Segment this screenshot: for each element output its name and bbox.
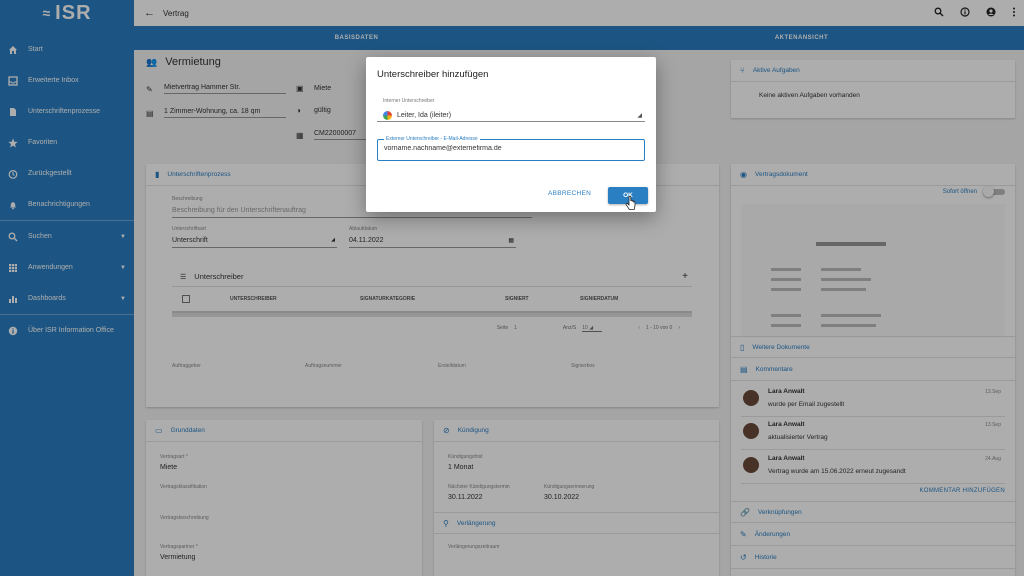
cancel-button[interactable]: ABBRECHEN xyxy=(548,190,591,197)
dialog-title: Unterschreiber hinzufügen xyxy=(377,69,489,80)
internal-signer-value-row: Leiter, Ida (ileiter) xyxy=(383,111,451,120)
internal-signer-select[interactable]: Interner Unterschreiber Leiter, Ida (ile… xyxy=(377,98,645,122)
internal-signer-label: Interner Unterschreiber xyxy=(383,98,435,104)
external-signer-email-input[interactable] xyxy=(384,145,634,152)
add-signer-dialog: Unterschreiber hinzufügen Interner Unter… xyxy=(366,57,656,212)
user-avatar-icon xyxy=(383,111,392,120)
external-signer-label: Externer Unterschreiber - E-Mail-Adresse xyxy=(384,136,480,142)
mouse-cursor-icon xyxy=(625,196,636,210)
dropdown-arrow-icon: ◢ xyxy=(637,113,642,119)
internal-signer-value: Leiter, Ida (ileiter) xyxy=(397,112,452,119)
external-signer-field: Externer Unterschreiber - E-Mail-Adresse xyxy=(377,136,645,161)
